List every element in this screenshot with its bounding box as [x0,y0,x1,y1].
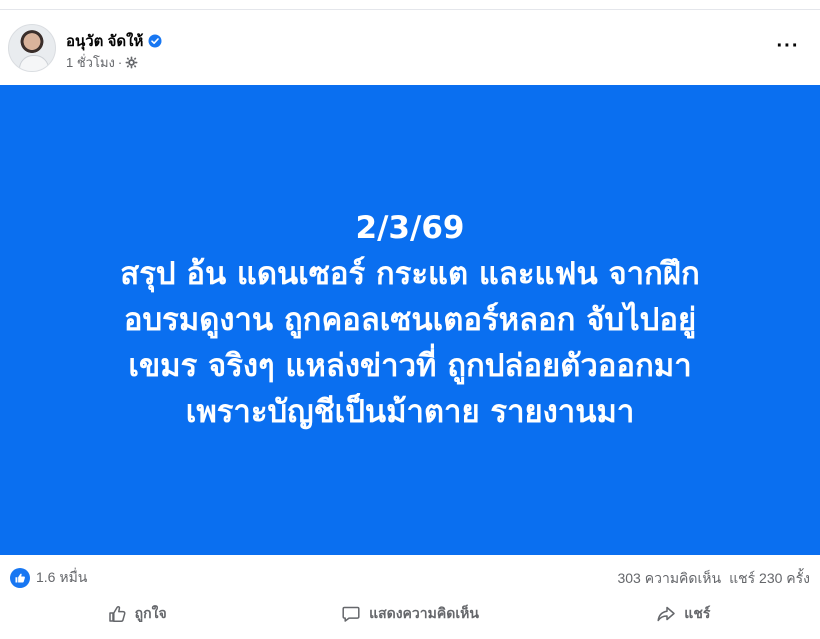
author-name[interactable]: อนุวัต จัดให้ [66,29,143,53]
share-arrow-icon [656,604,676,624]
thumbs-up-outline-icon [107,604,127,624]
comment-count[interactable]: 303 ความคิดเห็น [617,568,721,590]
post-meta: 1 ชั่วโมง · [66,52,138,73]
post-timestamp[interactable]: 1 ชั่วโมง [66,52,115,73]
post-stats: 1.6 หมื่น 303 ความคิดเห็น แชร์ 230 ครั้ง [0,563,820,591]
thumbs-up-icon [10,568,30,588]
meta-separator: · [117,55,123,70]
comment-label: แสดงความคิดเห็น [369,605,479,621]
like-label: ถูกใจ [134,605,167,621]
post-actions: ถูกใจ แสดงความคิดเห็น แชร์ [0,596,820,632]
more-options-button[interactable]: ··· [770,32,806,60]
reaction-summary[interactable]: 1.6 หมื่น [10,567,87,589]
gear-icon[interactable] [125,56,138,69]
author-row: อนุวัต จัดให้ [66,29,162,53]
share-label: แชร์ [684,605,711,621]
post-text-card: 2/3/69 สรุป อ้น แดนเซอร์ กระแต และแฟน จา… [0,85,820,555]
author-avatar[interactable] [8,24,56,72]
post-header: อนุวัต จัดให้ 1 ชั่วโมง · ··· [0,18,820,80]
share-button[interactable]: แชร์ [547,596,820,632]
speech-bubble-icon [341,604,361,624]
share-count[interactable]: แชร์ 230 ครั้ง [729,568,810,590]
post-content: 2/3/69 สรุป อ้น แดนเซอร์ กระแต และแฟน จา… [120,210,700,430]
like-button[interactable]: ถูกใจ [0,596,273,632]
comment-button[interactable]: แสดงความคิดเห็น [273,596,546,632]
verified-badge-icon [148,34,162,48]
reaction-count: 1.6 หมื่น [36,569,88,585]
top-divider [0,9,820,10]
engagement-counts: 303 ความคิดเห็น แชร์ 230 ครั้ง [617,568,810,590]
